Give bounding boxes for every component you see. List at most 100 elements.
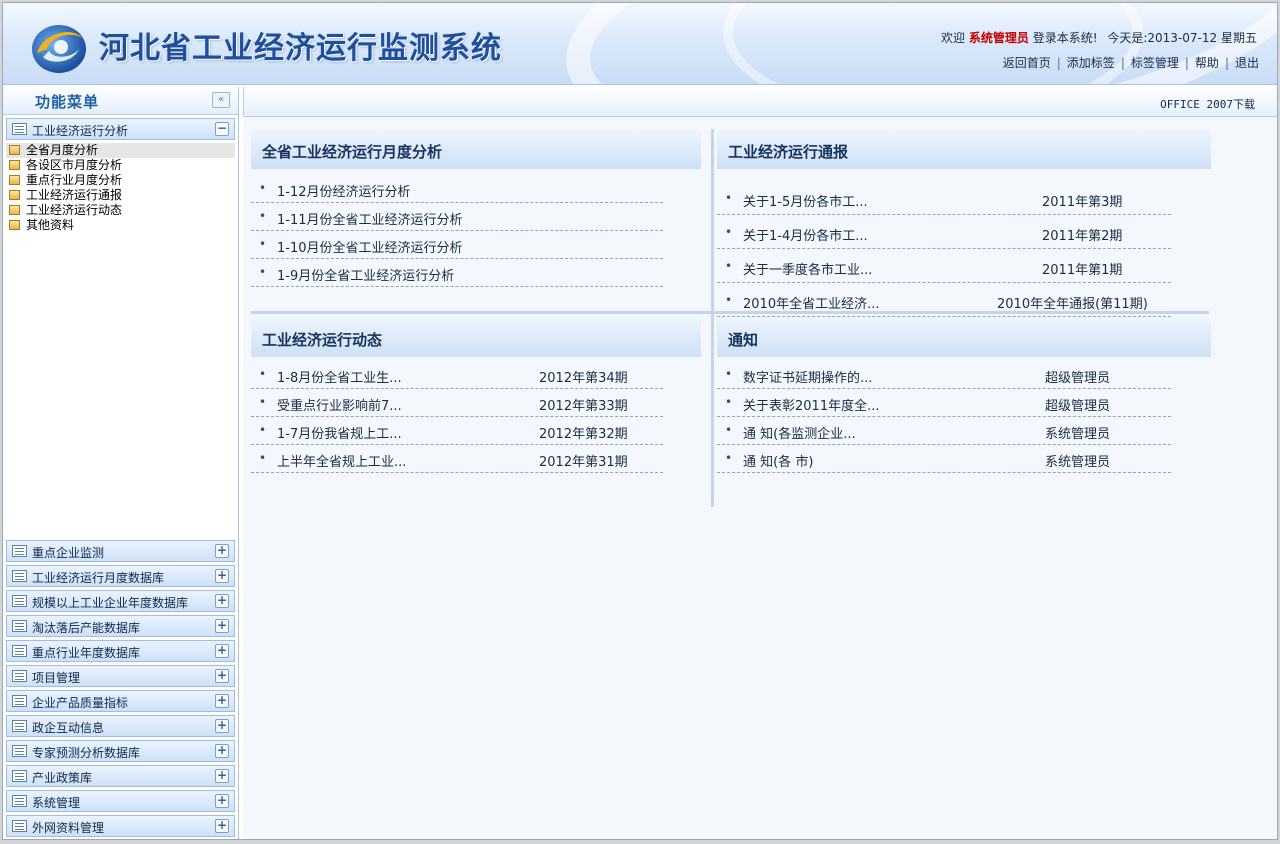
list-item[interactable]: • 关于表彰2011年度全... 超级管理员 [717,389,1171,417]
item-issue: 2010年全年通报(第11期) [997,297,1148,312]
item-title: 1-12月份经济运行分析 [277,185,411,200]
welcome-prefix: 欢迎 [941,31,966,45]
panel-divider-vertical [711,129,714,507]
logout-link[interactable]: 退出 [1235,56,1259,70]
item-title: 数字证书延期操作的... [743,371,873,386]
bullet-icon: • [725,259,733,273]
menu-label: 工业经济运行月度数据库 [32,571,165,585]
menu-system-management[interactable]: 系统管理 + [6,790,235,812]
menu-industrial-analysis[interactable]: 工业经济运行分析 − [6,118,235,140]
panel-notice-header: 通知 [717,317,1211,357]
bullet-icon: • [725,451,733,465]
list-item[interactable]: • 关于1-5月份各市工... 2011年第3期 [717,181,1171,215]
item-title: 通 知(各监测企业... [743,427,856,442]
dynamics-list: • 1-8月份全省工业生... 2012年第34期 • 受重点行业影响前7...… [251,361,663,473]
menu-label: 专家预测分析数据库 [32,746,141,760]
link-separator: | [1056,56,1061,70]
expand-icon[interactable]: + [215,644,229,658]
expand-icon[interactable]: + [215,694,229,708]
expand-icon[interactable]: + [215,544,229,558]
menu-monthly-database[interactable]: 工业经济运行月度数据库 + [6,565,235,587]
bulletin-list: • 关于1-5月份各市工... 2011年第3期 • 关于1-4月份各市工...… [717,181,1171,317]
expand-icon[interactable]: + [215,619,229,633]
menu-key-enterprise[interactable]: 重点企业监测 + [6,540,235,562]
menu-expert-forecast[interactable]: 专家预测分析数据库 + [6,740,235,762]
item-title: 2010年全省工业经济... [743,297,880,312]
menu-industrial-policy[interactable]: 产业政策库 + [6,765,235,787]
menu-industry-annual-database[interactable]: 重点行业年度数据库 + [6,640,235,662]
sidebar-title-bar: 功能菜单 « [3,87,238,115]
menu-government-interaction[interactable]: 政企互动信息 + [6,715,235,737]
bullet-icon: • [259,181,267,195]
submenu-item-city-monthly[interactable]: 各设区市月度分析 [6,158,235,173]
item-title: 1-8月份全省工业生... [277,371,402,386]
item-author: 超级管理员 [1045,399,1111,414]
item-title: 通 知(各 市) [743,455,814,470]
main-toolbar: OFFICE 2007下载 [243,87,1277,117]
list-item[interactable]: • 1-11月份全省工业经济运行分析 [251,203,663,231]
menu-annual-enterprise-database[interactable]: 规模以上工业企业年度数据库 + [6,590,235,612]
expand-icon[interactable]: + [215,719,229,733]
item-title: 关于表彰2011年度全... [743,399,880,414]
site-title: 河北省工业经济运行监测系统 [99,31,502,66]
list-item[interactable]: • 1-9月份全省工业经济运行分析 [251,259,663,287]
menu-label: 重点行业年度数据库 [32,646,141,660]
list-item[interactable]: • 1-10月份全省工业经济运行分析 [251,231,663,259]
submenu-item-label: 全省月度分析 [26,143,99,157]
item-title: 受重点行业影响前7... [277,399,402,414]
submenu-item-industry-monthly[interactable]: 重点行业月度分析 [6,173,235,188]
list-item[interactable]: • 1-7月份我省规上工... 2012年第32期 [251,417,663,445]
item-title: 1-11月份全省工业经济运行分析 [277,213,463,228]
sidebar-collapse-button[interactable]: « [212,92,230,108]
menu-list-icon [12,695,27,707]
list-item[interactable]: • 数字证书延期操作的... 超级管理员 [717,361,1171,389]
folder-icon [9,175,20,185]
submenu-item-bulletin[interactable]: 工业经济运行通报 [6,188,235,203]
submenu-item-label: 重点行业月度分析 [26,173,123,187]
list-item[interactable]: • 通 知(各 市) 系统管理员 [717,445,1171,473]
list-item[interactable]: • 通 知(各监测企业... 系统管理员 [717,417,1171,445]
welcome-message: 欢迎 系统管理员 登录本系统! 今天是:2013-07-12 星期五 [941,29,1257,46]
list-item[interactable]: • 关于一季度各市工业... 2011年第1期 [717,249,1171,283]
tag-manage-link[interactable]: 标签管理 [1131,56,1179,70]
expand-icon[interactable]: + [215,569,229,583]
folder-icon [9,190,20,200]
today-label: 今天是: [1107,31,1148,45]
expand-icon[interactable]: + [215,769,229,783]
submenu-item-dynamics[interactable]: 工业经济运行动态 [6,203,235,218]
collapse-icon[interactable]: − [215,122,229,136]
menu-external-data[interactable]: 外网资料管理 + [6,815,235,837]
link-separator: | [1184,56,1189,70]
menu-product-quality[interactable]: 企业产品质量指标 + [6,690,235,712]
list-item[interactable]: • 关于1-4月份各市工... 2011年第2期 [717,215,1171,249]
item-title: 关于一季度各市工业... [743,263,873,278]
expand-icon[interactable]: + [215,594,229,608]
submenu-item-province-monthly[interactable]: 全省月度分析 [6,143,235,158]
expand-icon[interactable]: + [215,819,229,833]
bullet-icon: • [725,367,733,381]
home-link[interactable]: 返回首页 [1003,56,1051,70]
link-separator: | [1224,56,1229,70]
menu-label: 重点企业监测 [32,546,105,560]
menu-capacity-database[interactable]: 淘汰落后产能数据库 + [6,615,235,637]
list-item[interactable]: • 2010年全省工业经济... 2010年全年通报(第11期) [717,283,1171,317]
item-issue: 2011年第3期 [1042,195,1123,210]
office-download-link[interactable]: OFFICE 2007下载 [1160,96,1255,112]
help-link[interactable]: 帮助 [1195,56,1219,70]
add-tag-link[interactable]: 添加标签 [1067,56,1115,70]
expand-icon[interactable]: + [215,794,229,808]
bullet-icon: • [259,209,267,223]
submenu-item-label: 工业经济运行通报 [26,188,123,202]
list-item[interactable]: • 1-8月份全省工业生... 2012年第34期 [251,361,663,389]
menu-project-management[interactable]: 项目管理 + [6,665,235,687]
item-title: 1-9月份全省工业经济运行分析 [277,269,455,284]
expand-icon[interactable]: + [215,744,229,758]
list-item[interactable]: • 受重点行业影响前7... 2012年第33期 [251,389,663,417]
bullet-icon: • [725,395,733,409]
list-item[interactable]: • 1-12月份经济运行分析 [251,175,663,203]
menu-list-icon [12,123,27,135]
list-item[interactable]: • 上半年全省规上工业... 2012年第31期 [251,445,663,473]
submenu-item-other[interactable]: 其他资料 [6,218,235,233]
expand-icon[interactable]: + [215,669,229,683]
bullet-icon: • [259,423,267,437]
